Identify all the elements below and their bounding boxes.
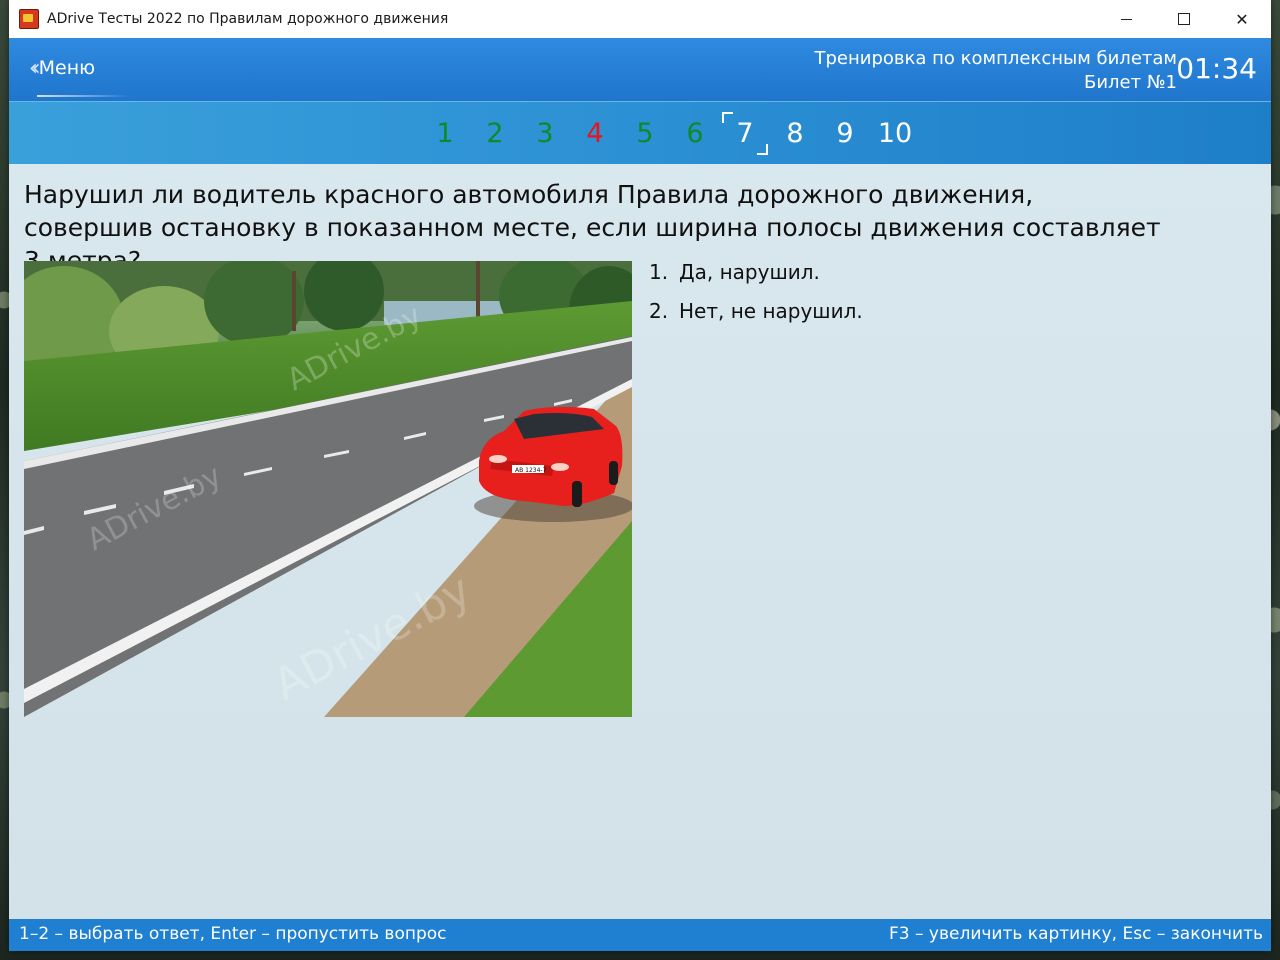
question-number-9[interactable]: 9 bbox=[820, 118, 870, 149]
menu-button[interactable]: ‹‹ Меню bbox=[23, 50, 101, 86]
question-area: Нарушил ли водитель красного автомобиля … bbox=[9, 164, 1271, 919]
ticket-label: Билет №1 bbox=[1083, 72, 1177, 93]
question-navigation: 1 2 3 4 5 6 7 8 9 10 bbox=[9, 101, 1271, 165]
question-number-3[interactable]: 3 bbox=[520, 118, 570, 149]
header-titles: Тренировка по комплексным билетам Билет … bbox=[815, 47, 1177, 95]
question-number-list: 1 2 3 4 5 6 7 8 9 10 bbox=[9, 102, 1271, 165]
question-number-4[interactable]: 4 bbox=[570, 118, 620, 149]
question-number-6[interactable]: 6 bbox=[670, 118, 720, 149]
question-number-5[interactable]: 5 bbox=[620, 118, 670, 149]
status-hint-right: F3 – увеличить картинку, Esc – закончить bbox=[889, 924, 1263, 944]
license-plate: AB 1234-7 bbox=[515, 467, 547, 474]
close-icon: ✕ bbox=[1235, 9, 1249, 29]
minimize-icon bbox=[1120, 18, 1132, 20]
title-bar: ADrive Тесты 2022 по Правилам дорожного … bbox=[9, 0, 1271, 38]
close-button[interactable]: ✕ bbox=[1213, 0, 1271, 38]
answer-number: 1. bbox=[649, 260, 669, 284]
app-window: ADrive Тесты 2022 по Правилам дорожного … bbox=[9, 0, 1271, 951]
answer-text: Да, нарушил. bbox=[679, 260, 820, 284]
question-number-7[interactable]: 7 bbox=[720, 112, 770, 155]
question-number-10[interactable]: 10 bbox=[870, 118, 920, 149]
answer-list: 1. Да, нарушил. 2. Нет, не нарушил. bbox=[649, 260, 863, 338]
mode-title: Тренировка по комплексным билетам bbox=[814, 48, 1177, 69]
timer: 01:34 bbox=[1176, 52, 1257, 85]
menu-label: Меню bbox=[38, 57, 96, 79]
window-title: ADrive Тесты 2022 по Правилам дорожного … bbox=[47, 11, 449, 27]
status-hint-left: 1–2 – выбрать ответ, Enter – пропустить … bbox=[19, 924, 447, 944]
answer-option-2[interactable]: 2. Нет, не нарушил. bbox=[649, 299, 863, 338]
answer-text: Нет, не нарушил. bbox=[679, 299, 863, 323]
question-number-2[interactable]: 2 bbox=[470, 118, 520, 149]
question-number-8[interactable]: 8 bbox=[770, 118, 820, 149]
question-number-1[interactable]: 1 bbox=[420, 118, 470, 149]
menu-underline bbox=[37, 95, 129, 97]
answer-option-1[interactable]: 1. Да, нарушил. bbox=[649, 260, 863, 299]
answer-number: 2. bbox=[649, 299, 669, 323]
status-bar: 1–2 – выбрать ответ, Enter – пропустить … bbox=[9, 919, 1271, 951]
question-image[interactable]: AB 1234-7 ADrive.by ADrive.by ADrive.by bbox=[24, 261, 632, 717]
road-scene-illustration: AB 1234-7 ADrive.by ADrive.by ADrive.by bbox=[24, 261, 632, 717]
app-header: ‹‹ Меню Тренировка по комплексным билета… bbox=[9, 38, 1271, 101]
adrive-app-icon bbox=[19, 9, 39, 29]
maximize-icon bbox=[1178, 13, 1190, 25]
minimize-button[interactable] bbox=[1097, 0, 1155, 38]
maximize-button[interactable] bbox=[1155, 0, 1213, 38]
double-chevron-left-icon: ‹‹ bbox=[29, 55, 40, 81]
